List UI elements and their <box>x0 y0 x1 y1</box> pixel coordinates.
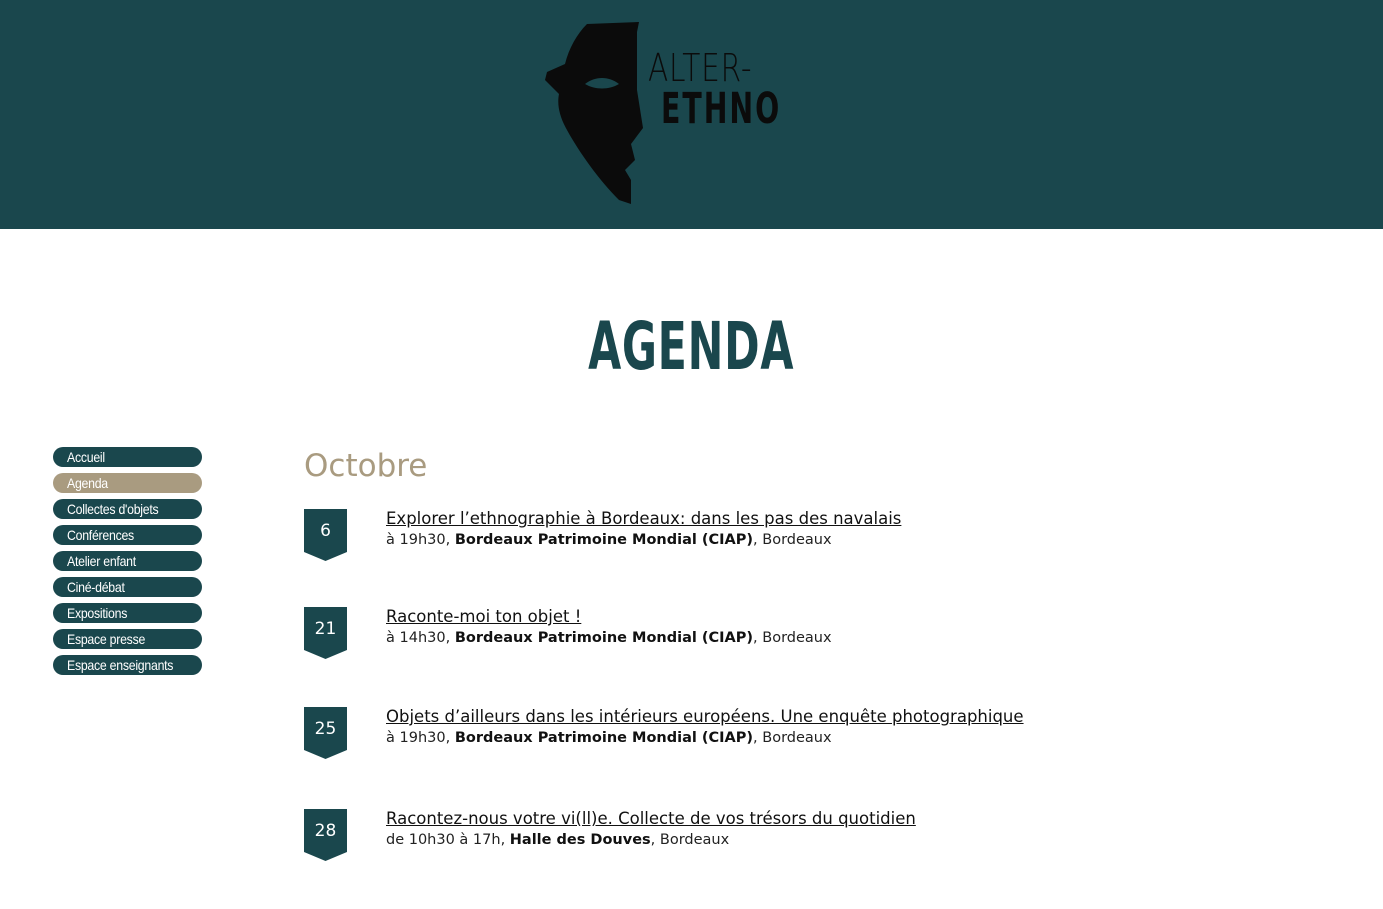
event-item: 21 Raconte-moi ton objet ! à 14h30, Bord… <box>304 607 1204 659</box>
event-details: à 14h30, Bordeaux Patrimoine Mondial (CI… <box>386 630 832 646</box>
event-title-link[interactable]: Explorer l’ethnographie à Bordeaux: dans… <box>386 509 901 528</box>
event-details: à 19h30, Bordeaux Patrimoine Mondial (CI… <box>386 730 832 746</box>
sidebar-item-accueil[interactable]: Accueil <box>53 447 202 467</box>
logo-text-line2: ETHNO <box>661 84 782 134</box>
sidebar-item-cine-debat[interactable]: Ciné-débat <box>53 577 202 597</box>
sidebar-item-expositions[interactable]: Expositions <box>53 603 202 623</box>
month-heading: Octobre <box>304 448 428 484</box>
event-item: 28 Racontez-nous votre vi(ll)e. Collecte… <box>304 809 1204 861</box>
event-item: 6 Explorer l’ethnographie à Bordeaux: da… <box>304 509 1204 561</box>
event-title-link[interactable]: Raconte-moi ton objet ! <box>386 607 581 626</box>
site-logo[interactable]: ALTER- ETHNO <box>543 20 783 206</box>
event-title-link[interactable]: Objets d’ailleurs dans les intérieurs eu… <box>386 707 1024 726</box>
sidebar-item-agenda[interactable]: Agenda <box>53 473 202 493</box>
sidebar-item-conferences[interactable]: Conférences <box>53 525 202 545</box>
sidebar-item-collectes[interactable]: Collectes d'objets <box>53 499 202 519</box>
event-item: 25 Objets d’ailleurs dans les intérieurs… <box>304 707 1204 759</box>
sidebar-item-espace-presse[interactable]: Espace presse <box>53 629 202 649</box>
event-title-link[interactable]: Racontez-nous votre vi(ll)e. Collecte de… <box>386 809 916 828</box>
event-details: à 19h30, Bordeaux Patrimoine Mondial (CI… <box>386 532 832 548</box>
date-badge: 6 <box>304 509 347 561</box>
sidebar-item-espace-enseignants[interactable]: Espace enseignants <box>53 655 202 675</box>
sidebar-item-atelier-enfant[interactable]: Atelier enfant <box>53 551 202 571</box>
date-badge: 28 <box>304 809 347 861</box>
page-title: AGENDA <box>588 308 795 385</box>
date-badge: 25 <box>304 707 347 759</box>
event-details: de 10h30 à 17h, Halle des Douves, Bordea… <box>386 832 730 848</box>
date-badge: 21 <box>304 607 347 659</box>
site-header: ALTER- ETHNO <box>0 0 1383 229</box>
mask-icon <box>545 22 643 204</box>
sidebar-nav: Accueil Agenda Collectes d'objets Confér… <box>53 447 202 681</box>
